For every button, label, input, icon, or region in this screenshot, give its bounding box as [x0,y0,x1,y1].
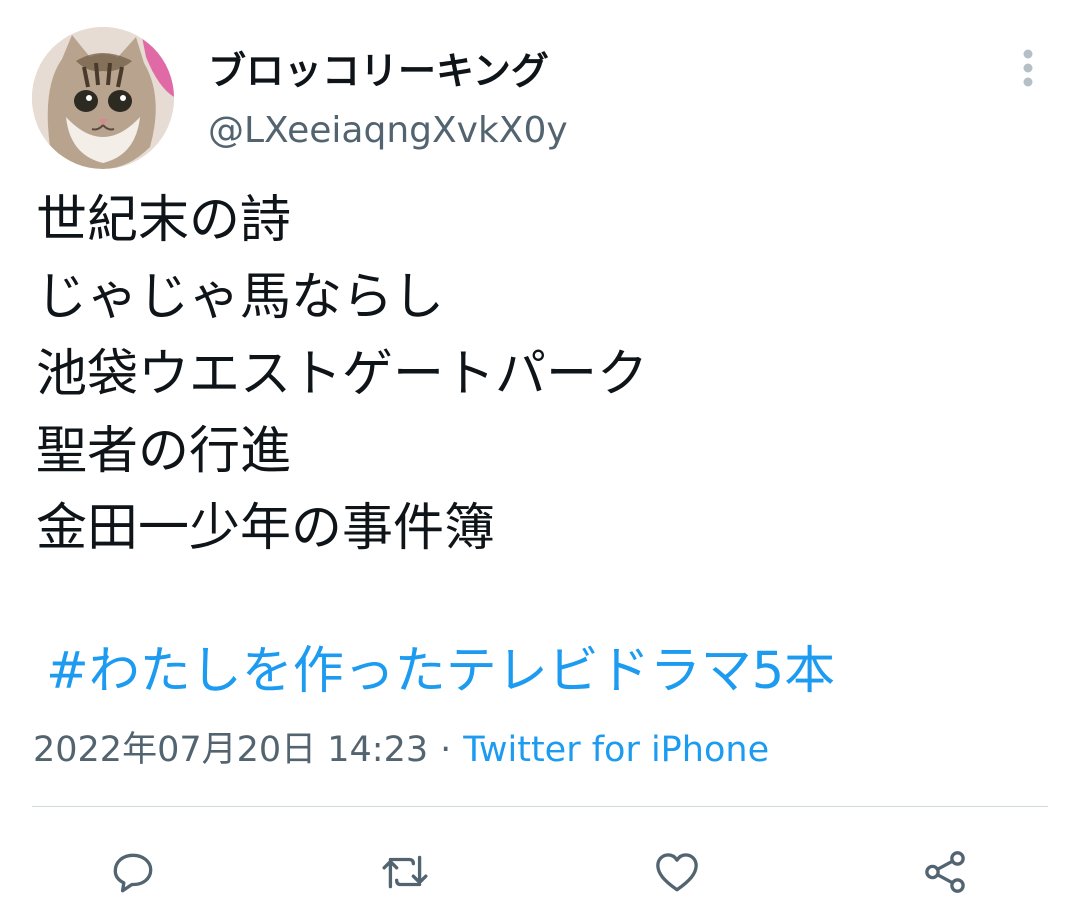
avatar[interactable] [32,27,174,169]
author-handle[interactable]: @LXeeiaqngXvkX0y [208,110,568,151]
more-vertical-icon [1023,49,1033,87]
divider [32,806,1048,807]
cat-avatar-image [32,27,174,169]
tweet-source-link[interactable]: Twitter for iPhone [463,730,769,770]
tweet-meta: 2022年07月20日 14:23 · Twitter for iPhone [33,727,769,773]
share-icon [925,851,965,893]
author-display-name[interactable]: ブロッコリーキング [208,40,549,95]
meta-separator: · [440,730,452,770]
retweet-button[interactable] [378,845,432,899]
share-button[interactable] [918,845,972,899]
tweet-line: じゃじゃ馬ならし [36,268,445,327]
hashtag-link[interactable]: #わたしを作ったテレビドラマ5本 [46,635,835,709]
tweet-line: 池袋ウエストゲートパーク [36,345,649,404]
like-button[interactable] [650,845,704,899]
tweet-text: 世紀末の詩 じゃじゃ馬ならし 池袋ウエストゲートパーク 聖者の行進 金田一少年の… [36,182,1046,567]
retweet-icon [382,855,428,889]
tweet-timestamp[interactable]: 2022年07月20日 14:23 [33,730,428,770]
heart-icon [656,853,698,892]
tweet-line: 聖者の行進 [36,422,292,481]
tweet-line: 世紀末の詩 [36,191,292,250]
more-options-button[interactable] [1005,45,1051,91]
tweet-line: 金田一少年の事件簿 [36,499,496,558]
reply-icon [113,853,153,893]
reply-button[interactable] [106,845,160,899]
